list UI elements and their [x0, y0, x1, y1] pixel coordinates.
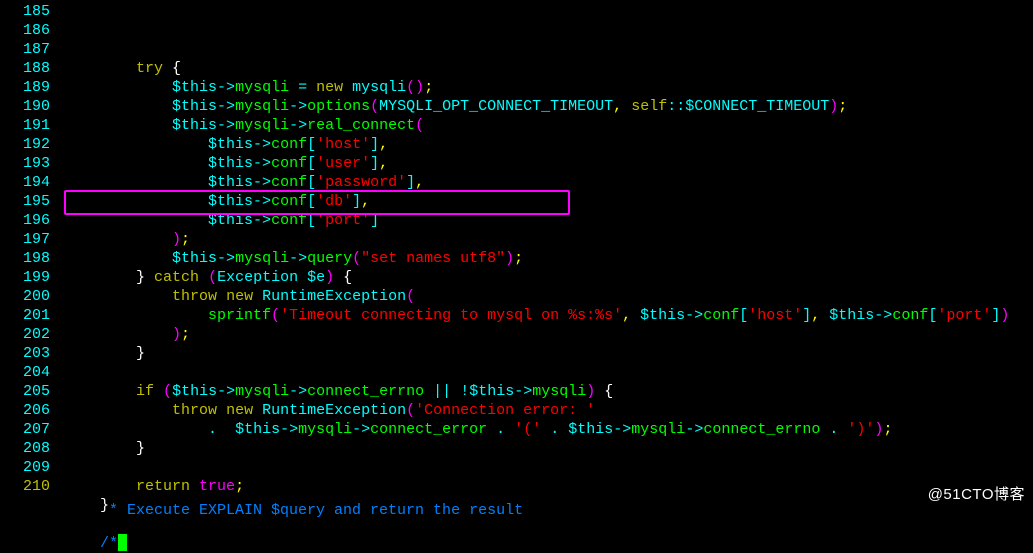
code-line[interactable]: }: [58, 344, 1009, 363]
code-line[interactable]: /*: [58, 534, 1009, 553]
line-number: 190: [0, 97, 50, 116]
code-line[interactable]: } catch (Exception $e) {: [58, 268, 1009, 287]
code-line[interactable]: . $this->mysqli->connect_error . '(' . $…: [58, 420, 1009, 439]
code-line[interactable]: throw new RuntimeException(: [58, 287, 1009, 306]
code-line[interactable]: if ($this->mysqli->connect_errno || !$th…: [58, 382, 1009, 401]
line-number: 194: [0, 173, 50, 192]
code-editor[interactable]: 1851861871881891901911921931941951961971…: [0, 0, 1033, 553]
line-number: 201: [0, 306, 50, 325]
line-number: 209: [0, 458, 50, 477]
line-number: 192: [0, 135, 50, 154]
code-line[interactable]: $this->mysqli = new mysqli();: [58, 78, 1009, 97]
code-line[interactable]: );: [58, 230, 1009, 249]
line-number: 205: [0, 382, 50, 401]
text-cursor: [118, 534, 127, 551]
code-line[interactable]: );: [58, 325, 1009, 344]
code-line[interactable]: $this->conf['port']: [58, 211, 1009, 230]
line-number-gutter: 1851861871881891901911921931941951961971…: [0, 2, 58, 553]
code-line[interactable]: [58, 458, 1009, 477]
cutoff-comment-line: * Execute EXPLAIN $query and return the …: [64, 501, 523, 520]
code-line[interactable]: return true;: [58, 477, 1009, 496]
line-number: 185: [0, 2, 50, 21]
code-line[interactable]: sprintf('Timeout connecting to mysql on …: [58, 306, 1009, 325]
line-number: 207: [0, 420, 50, 439]
code-line[interactable]: $this->conf['db'],: [58, 192, 1009, 211]
code-line[interactable]: $this->conf['host'],: [58, 135, 1009, 154]
line-number: 208: [0, 439, 50, 458]
line-number: 202: [0, 325, 50, 344]
code-area[interactable]: try { $this->mysqli = new mysqli(); $thi…: [58, 2, 1009, 553]
line-number: 210: [0, 477, 50, 496]
line-number: 186: [0, 21, 50, 40]
line-number: 187: [0, 40, 50, 59]
code-line[interactable]: $this->conf['user'],: [58, 154, 1009, 173]
line-number: 204: [0, 363, 50, 382]
line-number: 195: [0, 192, 50, 211]
code-line[interactable]: try {: [58, 59, 1009, 78]
line-number: 189: [0, 78, 50, 97]
line-number: 196: [0, 211, 50, 230]
code-line[interactable]: $this->mysqli->options(MYSQLI_OPT_CONNEC…: [58, 97, 1009, 116]
code-line[interactable]: $this->mysqli->real_connect(: [58, 116, 1009, 135]
line-number: 197: [0, 230, 50, 249]
code-line[interactable]: }: [58, 439, 1009, 458]
code-line[interactable]: $this->mysqli->query("set names utf8");: [58, 249, 1009, 268]
line-number: 198: [0, 249, 50, 268]
line-number: 191: [0, 116, 50, 135]
line-number: 188: [0, 59, 50, 78]
line-number: 193: [0, 154, 50, 173]
line-number: 200: [0, 287, 50, 306]
code-line[interactable]: $this->conf['password'],: [58, 173, 1009, 192]
line-number: 199: [0, 268, 50, 287]
line-number: 206: [0, 401, 50, 420]
code-line[interactable]: [58, 363, 1009, 382]
line-number: 203: [0, 344, 50, 363]
code-line[interactable]: throw new RuntimeException('Connection e…: [58, 401, 1009, 420]
